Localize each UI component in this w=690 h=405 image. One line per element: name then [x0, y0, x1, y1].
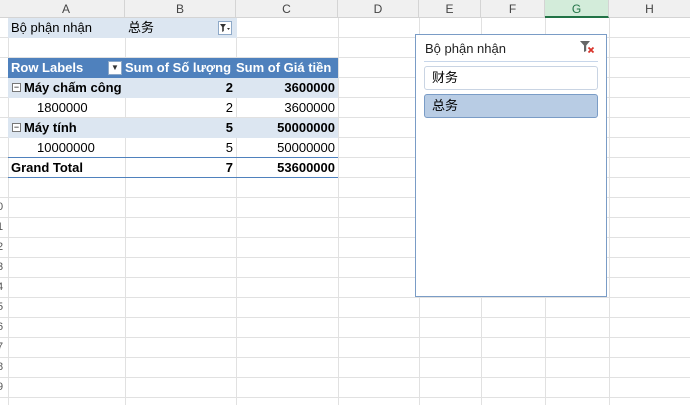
- slicer-panel[interactable]: Bộ phận nhận 财务 总务: [415, 34, 607, 297]
- row-number[interactable]: 1: [0, 221, 5, 233]
- group-qty[interactable]: 5: [125, 118, 236, 138]
- row-number[interactable]: 6: [0, 321, 5, 333]
- column-header-c[interactable]: C: [236, 0, 338, 18]
- filter-dropdown-icon[interactable]: [218, 21, 232, 35]
- grand-total-price[interactable]: 53600000: [236, 158, 338, 178]
- group-label[interactable]: Máy tính: [24, 118, 124, 138]
- slicer-title: Bộ phận nhận: [425, 41, 506, 56]
- group-label[interactable]: Máy chấm công: [24, 78, 124, 98]
- column-header-h[interactable]: H: [609, 0, 690, 18]
- row-number[interactable]: 2: [0, 241, 5, 253]
- grand-total-qty[interactable]: 7: [125, 158, 236, 178]
- column-header-d[interactable]: D: [338, 0, 419, 18]
- pivot-header-row: Row Labels Sum of Số lượng Sum of Giá ti…: [8, 58, 338, 78]
- collapse-icon[interactable]: −: [12, 123, 21, 132]
- grand-total-label[interactable]: Grand Total: [11, 158, 123, 178]
- row-number[interactable]: 0: [0, 201, 5, 213]
- row-labels-dropdown-icon[interactable]: ▼: [108, 61, 122, 75]
- collapse-icon[interactable]: −: [12, 83, 21, 92]
- grand-total-bottom-rule: [8, 177, 338, 178]
- row-number[interactable]: 4: [0, 281, 5, 293]
- column-header-g[interactable]: G: [545, 0, 609, 18]
- group-qty[interactable]: 2: [125, 78, 236, 98]
- row-number[interactable]: 9: [0, 381, 5, 393]
- column-header-bar: A B C D E F G H: [0, 0, 690, 18]
- report-filter-label[interactable]: Bộ phận nhận: [11, 18, 123, 38]
- slicer-item-selected[interactable]: 总务: [424, 94, 598, 118]
- row-number[interactable]: 3: [0, 261, 5, 273]
- sum-qty-header[interactable]: Sum of Số lượng: [125, 58, 236, 78]
- item-label[interactable]: 1800000: [37, 98, 124, 118]
- item-qty[interactable]: 5: [125, 138, 236, 158]
- clear-filter-icon[interactable]: [579, 40, 595, 54]
- item-label[interactable]: 10000000: [37, 138, 124, 158]
- group-price[interactable]: 3600000: [236, 78, 338, 98]
- slicer-separator: [424, 61, 598, 62]
- row-number[interactable]: 8: [0, 361, 5, 373]
- column-header-e[interactable]: E: [419, 0, 481, 18]
- column-header-a[interactable]: A: [8, 0, 125, 18]
- row-number[interactable]: 7: [0, 341, 5, 353]
- item-price[interactable]: 3600000: [236, 98, 338, 118]
- row-labels-header[interactable]: Row Labels: [11, 58, 106, 78]
- slicer-item[interactable]: 财务: [424, 66, 598, 90]
- report-filter-value[interactable]: 总务: [128, 18, 216, 38]
- sum-price-header[interactable]: Sum of Giá tiền: [236, 58, 338, 78]
- column-header-f[interactable]: F: [481, 0, 545, 18]
- row-number[interactable]: 5: [0, 301, 5, 313]
- column-header-b[interactable]: B: [125, 0, 236, 18]
- group-price[interactable]: 50000000: [236, 118, 338, 138]
- item-price[interactable]: 50000000: [236, 138, 338, 158]
- item-qty[interactable]: 2: [125, 98, 236, 118]
